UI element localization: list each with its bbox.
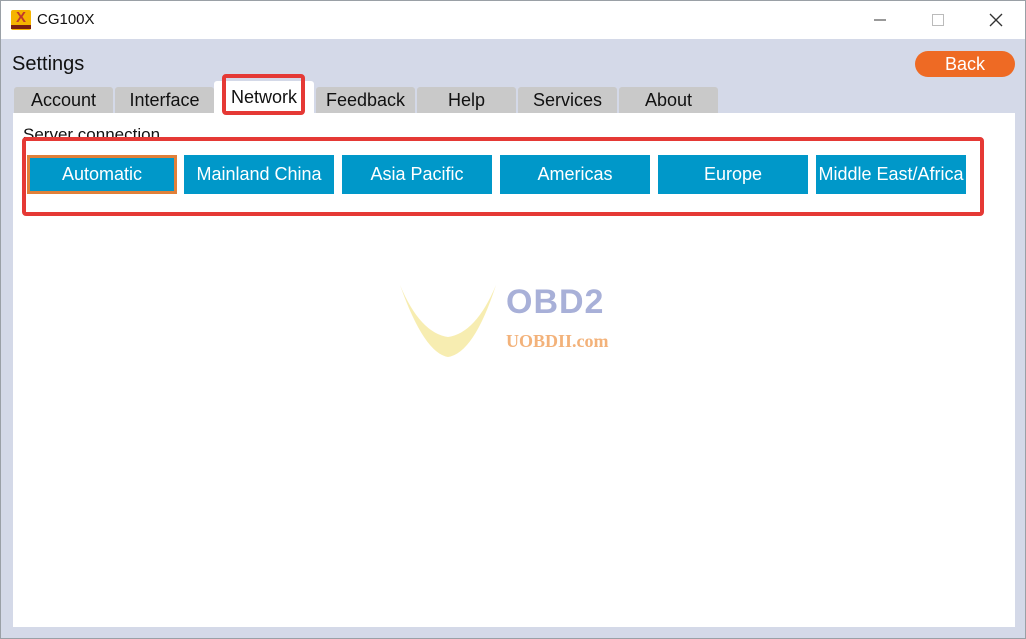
window-title: CG100X bbox=[37, 11, 95, 28]
back-button[interactable]: Back bbox=[915, 51, 1015, 77]
tab-network[interactable]: Network bbox=[214, 81, 314, 113]
title-bar[interactable]: X CG100X bbox=[1, 1, 1025, 39]
tab-services[interactable]: Services bbox=[518, 87, 617, 113]
server-americas-button[interactable]: Americas bbox=[500, 155, 650, 194]
close-button[interactable] bbox=[967, 1, 1025, 39]
app-window: X CG100X Settings Back Account Interface… bbox=[0, 0, 1026, 639]
tab-help[interactable]: Help bbox=[417, 87, 516, 113]
tab-account[interactable]: Account bbox=[14, 87, 113, 113]
network-tab-content: Server connection Automatic Mainland Chi… bbox=[13, 113, 1015, 627]
minimize-button[interactable] bbox=[851, 1, 909, 39]
tab-about[interactable]: About bbox=[619, 87, 718, 113]
server-asia-pacific-button[interactable]: Asia Pacific bbox=[342, 155, 492, 194]
page-title: Settings bbox=[12, 53, 85, 75]
minimize-icon bbox=[874, 19, 886, 21]
maximize-icon bbox=[932, 14, 944, 26]
section-label: Server connection bbox=[23, 125, 161, 144]
close-icon bbox=[989, 13, 1003, 27]
server-automatic-button[interactable]: Automatic bbox=[27, 155, 177, 194]
settings-panel: Settings Back Account Interface Network … bbox=[1, 39, 1025, 638]
tab-interface[interactable]: Interface bbox=[115, 87, 214, 113]
server-middle-east-africa-button[interactable]: Middle East/Africa bbox=[816, 155, 966, 194]
tab-feedback[interactable]: Feedback bbox=[316, 87, 415, 113]
server-europe-button[interactable]: Europe bbox=[658, 155, 808, 194]
maximize-button[interactable] bbox=[909, 1, 967, 39]
server-mainland-china-button[interactable]: Mainland China bbox=[184, 155, 334, 194]
app-logo-icon: X bbox=[11, 10, 31, 30]
